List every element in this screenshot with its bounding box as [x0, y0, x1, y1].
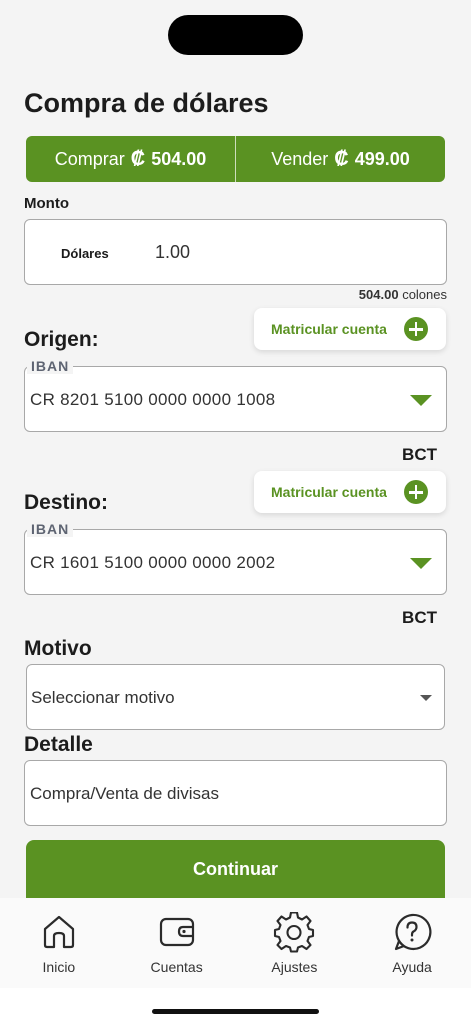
converted-value: 504.00	[358, 287, 399, 302]
destination-account-select[interactable]: IBAN CR 1601 5100 0000 0000 2002	[24, 521, 447, 595]
buy-rate[interactable]: Comprar ₡ 504.00	[26, 136, 235, 182]
help-icon	[395, 913, 432, 951]
reason-heading: Motivo	[24, 637, 92, 660]
tab-inicio[interactable]: Inicio	[0, 898, 118, 988]
detail-input[interactable]: Compra/Venta de divisas	[24, 760, 447, 826]
plus-circle-icon	[404, 480, 428, 504]
reason-select[interactable]: Seleccionar motivo	[26, 664, 445, 730]
dropdown-arrow-icon	[410, 395, 432, 406]
gear-icon	[274, 912, 315, 953]
sell-rate[interactable]: Vender ₡ 499.00	[236, 136, 445, 182]
sell-rate-symbol: ₡	[334, 147, 349, 170]
destination-iban-value: CR 1601 5100 0000 0000 2002	[30, 553, 276, 572]
tab-inicio-label: Inicio	[42, 959, 76, 975]
detail-heading: Detalle	[24, 733, 93, 756]
page-title: Compra de dólares	[24, 88, 269, 118]
sell-rate-value: 499.00	[354, 148, 410, 169]
reason-placeholder: Seleccionar motivo	[31, 688, 175, 707]
detail-value: Compra/Venta de divisas	[30, 784, 219, 803]
wallet-icon	[159, 917, 194, 947]
home-indicator	[152, 1009, 319, 1014]
tab-bar: Inicio Cuentas Ajustes Ayuda	[0, 898, 471, 988]
home-icon	[43, 915, 74, 949]
tab-ayuda[interactable]: Ayuda	[353, 898, 471, 988]
destination-iban-tag: IBAN	[27, 521, 74, 537]
tab-cuentas[interactable]: Cuentas	[118, 898, 236, 988]
converted-amount: 504.00 colones	[359, 287, 447, 302]
buy-rate-value: 504.00	[151, 148, 207, 169]
amount-currency-label: Dólares	[61, 246, 109, 261]
amount-input[interactable]: Dólares 1.00	[24, 219, 447, 285]
buy-rate-label: Comprar	[54, 148, 125, 169]
origin-bank: BCT	[402, 445, 437, 464]
tab-ayuda-label: Ayuda	[392, 959, 432, 975]
destination-enroll-account-button[interactable]: Matricular cuenta	[254, 471, 446, 513]
destination-enroll-label: Matricular cuenta	[271, 484, 387, 500]
amount-value: 1.00	[155, 242, 191, 262]
screen: Compra de dólares Comprar ₡ 504.00 Vende…	[0, 0, 471, 1024]
converted-unit: colones	[402, 287, 447, 302]
tab-ajustes-label: Ajustes	[271, 959, 318, 975]
destination-heading: Destino:	[24, 491, 108, 514]
dynamic-island	[168, 15, 303, 55]
origin-enroll-label: Matricular cuenta	[271, 321, 387, 337]
origin-account-select[interactable]: IBAN CR 8201 5100 0000 0000 1008	[24, 358, 447, 432]
tab-ajustes[interactable]: Ajustes	[236, 898, 354, 988]
caret-down-icon	[420, 695, 432, 701]
continue-button[interactable]: Continuar	[26, 840, 445, 898]
destination-bank: BCT	[402, 608, 437, 627]
tab-cuentas-label: Cuentas	[150, 959, 203, 975]
dropdown-arrow-icon	[410, 558, 432, 569]
sell-rate-label: Vender	[271, 148, 329, 169]
buy-rate-symbol: ₡	[130, 147, 146, 170]
origin-iban-tag: IBAN	[27, 358, 74, 374]
amount-label: Monto	[24, 195, 69, 212]
origin-iban-value: CR 8201 5100 0000 0000 1008	[30, 390, 276, 409]
bottom-safe-area	[0, 988, 471, 1024]
exchange-rates-bar: Comprar ₡ 504.00 Vender ₡ 499.00	[26, 136, 445, 182]
origin-heading: Origen:	[24, 328, 99, 351]
origin-enroll-account-button[interactable]: Matricular cuenta	[254, 308, 446, 350]
plus-circle-icon	[404, 317, 428, 341]
